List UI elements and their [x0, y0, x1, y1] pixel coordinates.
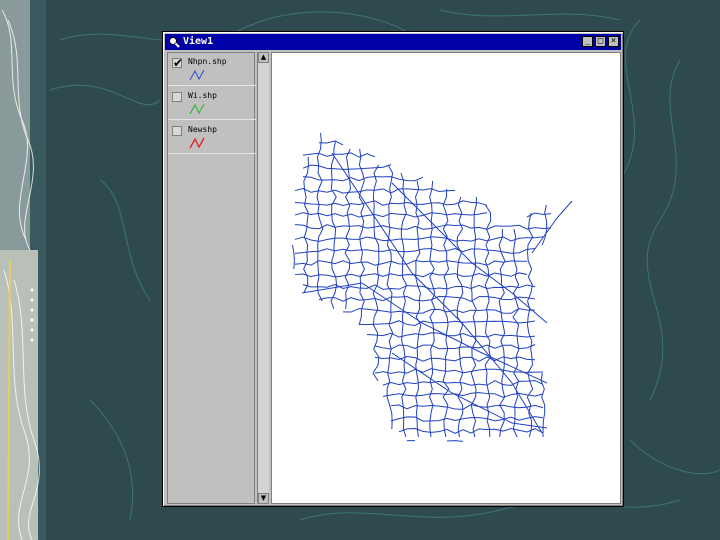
road-line [374, 344, 536, 350]
line-symbol-icon [189, 137, 205, 149]
layer-checkbox[interactable] [172, 126, 182, 136]
window-title: View1 [183, 36, 214, 47]
road-line [382, 380, 544, 386]
close-button[interactable]: × [608, 36, 619, 47]
road-line [331, 152, 543, 434]
road-line [294, 247, 536, 254]
magnifier-icon [169, 37, 180, 48]
road-line [294, 236, 544, 242]
road-line [294, 224, 552, 230]
map-display[interactable] [271, 52, 621, 504]
road-line [372, 164, 380, 382]
road-line [414, 180, 422, 438]
road-line [358, 148, 366, 326]
line-symbol-icon [189, 69, 205, 81]
road-line [390, 416, 544, 422]
road-line [330, 140, 338, 310]
layer-name: Nhpn.shp [188, 57, 227, 66]
layer-checkbox[interactable] [172, 92, 182, 102]
minimize-button[interactable]: _ [582, 36, 593, 47]
layer-checkbox[interactable]: ✔ [172, 57, 183, 69]
road-line [446, 440, 464, 442]
road-line [318, 140, 344, 146]
view-window[interactable]: View1 _ □ × ✔ Nhpn.shp Wi.shp Newshp ▲ ▼ [162, 31, 624, 507]
road-line [442, 188, 450, 438]
road-line [512, 228, 520, 438]
road-line [398, 428, 544, 434]
road-line [358, 320, 536, 326]
road-line [294, 212, 488, 218]
road-network-map [292, 132, 573, 442]
road-line [316, 132, 324, 302]
left-decorative-strip [0, 0, 46, 540]
road-line [301, 282, 548, 384]
scroll-down-arrow-icon[interactable]: ▼ [258, 493, 269, 504]
layer-entry-new[interactable]: Newshp [168, 121, 256, 154]
layer-name: Newshp [188, 125, 217, 134]
road-line [294, 260, 528, 266]
road-line [428, 180, 436, 438]
road-line [302, 152, 376, 158]
road-line [526, 212, 534, 438]
road-line [400, 172, 407, 438]
layer-name: Wi.shp [188, 91, 217, 100]
line-symbol-icon [189, 103, 205, 115]
road-line [342, 307, 536, 314]
layer-entry-wi[interactable]: Wi.shp [168, 87, 256, 120]
scroll-up-arrow-icon[interactable]: ▲ [258, 52, 269, 63]
road-line [541, 204, 548, 246]
maximize-button[interactable]: □ [595, 36, 606, 47]
layer-entry-nhpn[interactable]: ✔ Nhpn.shp [168, 53, 256, 86]
road-line [292, 244, 295, 270]
toc-scrollbar[interactable]: ▲ ▼ [257, 52, 269, 504]
road-line [390, 404, 544, 410]
road-line [294, 272, 528, 278]
road-line [531, 200, 573, 254]
road-line [470, 196, 477, 438]
road-line [318, 296, 536, 303]
road-line [456, 196, 464, 438]
table-of-contents: ✔ Nhpn.shp Wi.shp Newshp [167, 52, 256, 504]
title-bar[interactable]: View1 _ □ × [165, 34, 621, 50]
